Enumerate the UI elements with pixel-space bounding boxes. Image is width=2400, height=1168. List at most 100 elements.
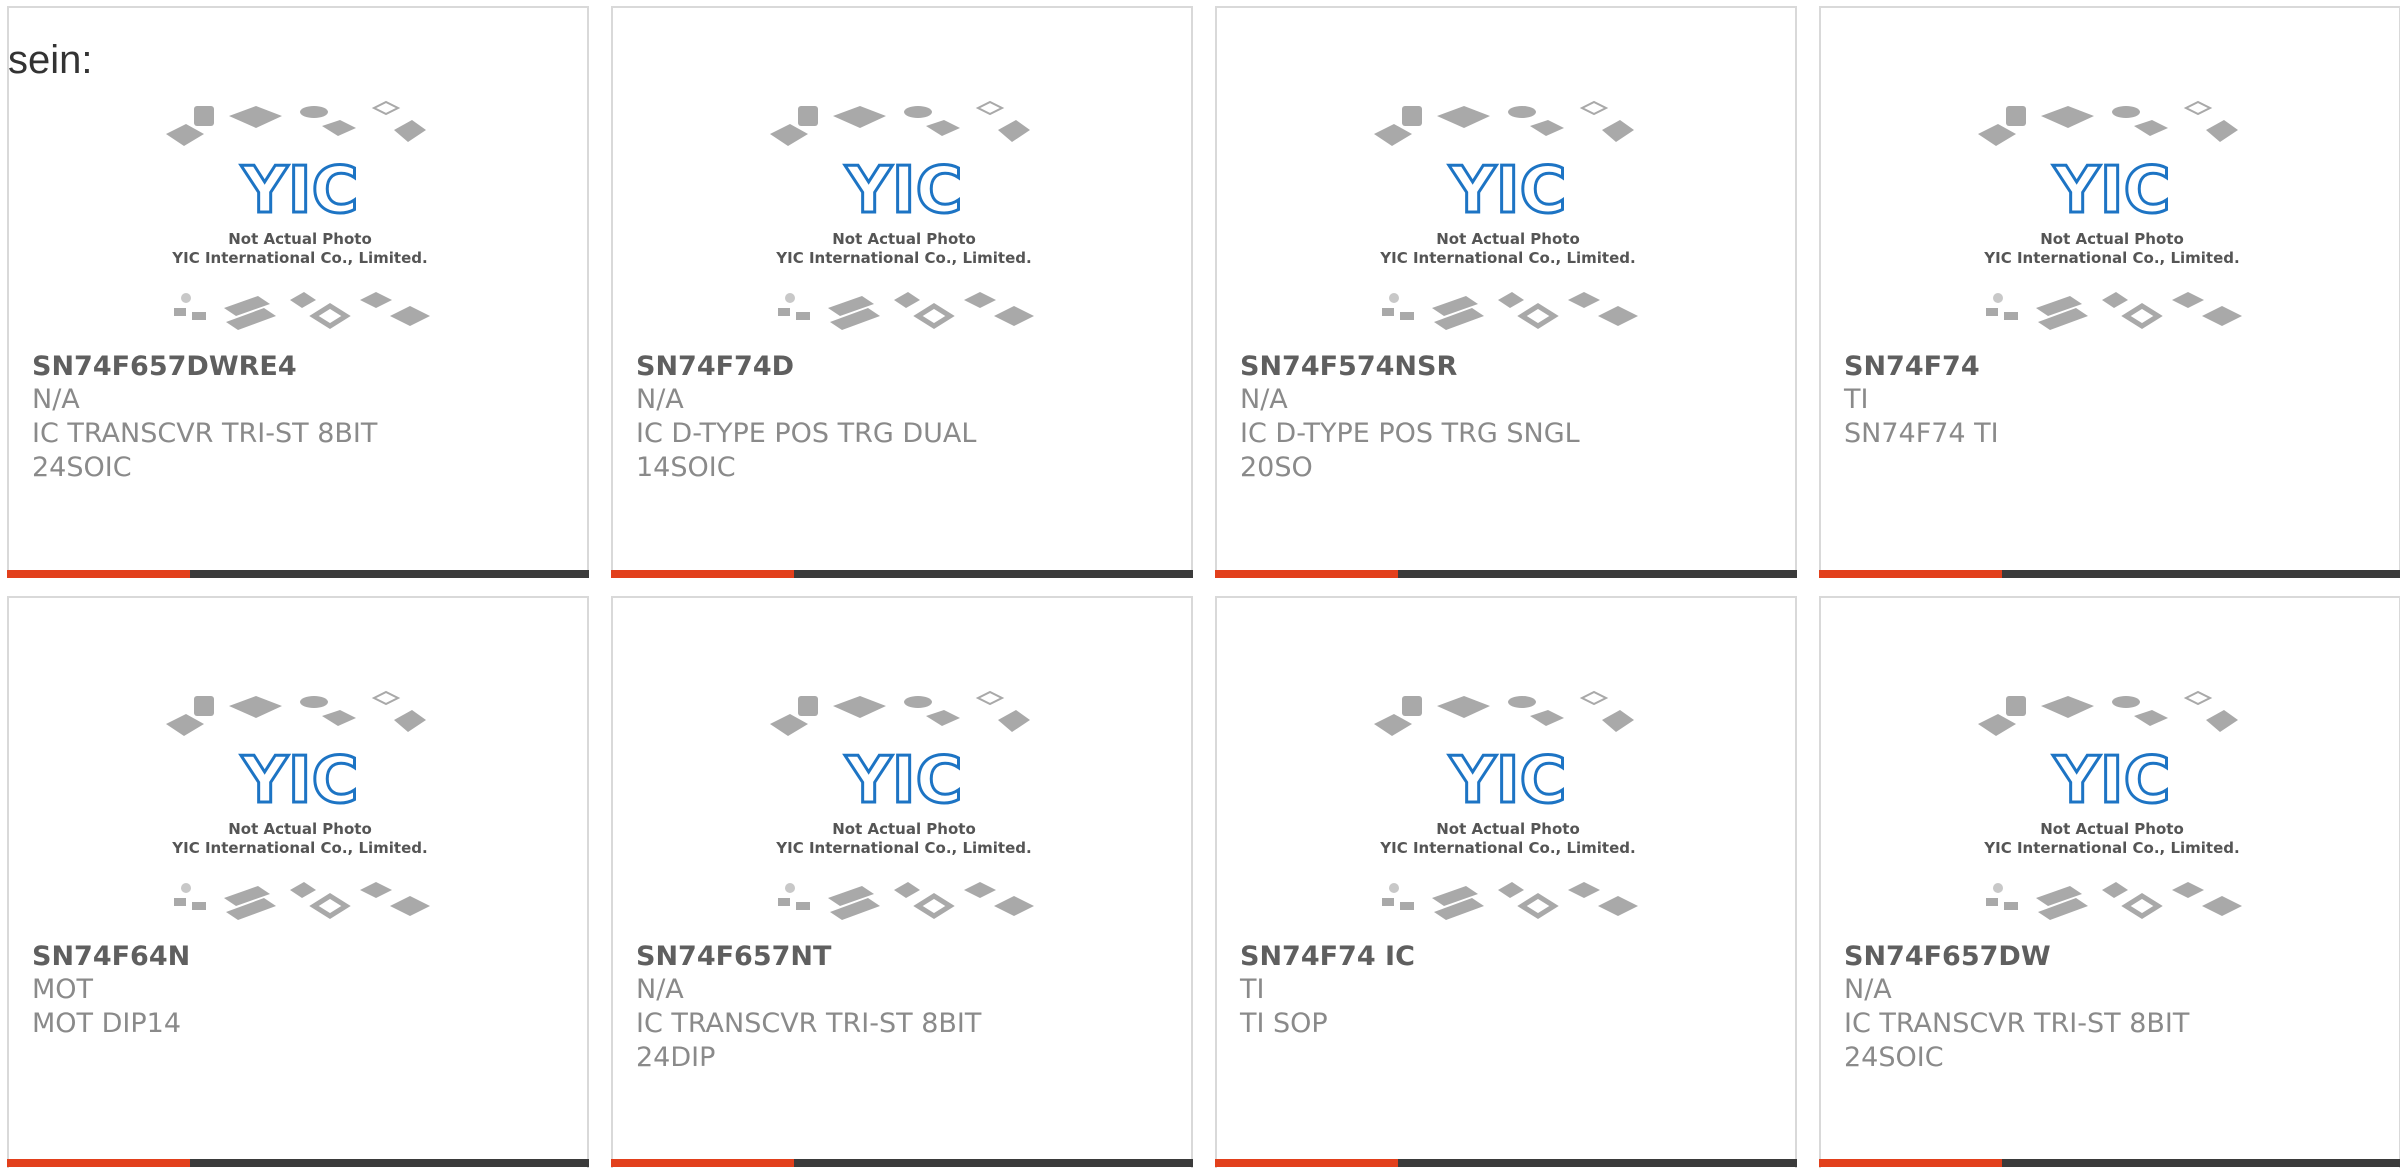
image-caption: Not Actual Photo bbox=[228, 820, 372, 838]
chip-icon bbox=[309, 303, 351, 329]
product-description-line: IC TRANSCVR TRI-ST 8BIT bbox=[32, 418, 378, 449]
chip-icon bbox=[894, 292, 920, 308]
chip-icon bbox=[290, 882, 316, 898]
chip-icon bbox=[1402, 696, 1422, 716]
image-caption: YIC International Co., Limited. bbox=[1983, 839, 2239, 857]
chip-icon bbox=[770, 124, 808, 146]
chip-icon bbox=[1530, 710, 1564, 726]
product-part-number[interactable]: SN74F657DW bbox=[1844, 940, 2264, 973]
chip-icon bbox=[1530, 120, 1564, 136]
chip-icon bbox=[778, 898, 790, 906]
product-manufacturer: N/A bbox=[636, 384, 684, 415]
chip-icon bbox=[913, 893, 955, 919]
card-bottom-bar bbox=[1819, 1159, 2400, 1167]
product-manufacturer: TI bbox=[1844, 384, 1869, 415]
chip-icon bbox=[309, 893, 351, 919]
product-card-3[interactable]: YIC Not Actual Photo YIC International Co.… bbox=[1215, 6, 1797, 578]
product-description-line: TI SOP bbox=[1240, 1008, 1328, 1039]
image-caption: YIC International Co., Limited. bbox=[171, 839, 427, 857]
product-description-line: IC TRANSCVR TRI-ST 8BIT 24DIP bbox=[636, 1008, 982, 1073]
product-part-number[interactable]: SN74F74D bbox=[636, 350, 1056, 383]
card-bottom-bar bbox=[611, 1159, 1193, 1167]
product-card-6[interactable]: YIC Not Actual Photo YIC International Co.… bbox=[611, 596, 1193, 1168]
chip-icon bbox=[2134, 120, 2168, 136]
product-description-line: IC TRANSCVR TRI-ST 8BIT bbox=[1844, 1008, 2190, 1039]
image-caption: Not Actual Photo bbox=[228, 230, 372, 248]
product-part-number[interactable]: SN74F574NSR bbox=[1240, 350, 1660, 383]
chip-icon bbox=[796, 312, 810, 320]
product-part-number[interactable]: SN74F657DWRE4 bbox=[32, 350, 452, 383]
chip-icon bbox=[1498, 292, 1524, 308]
chip-icon bbox=[1400, 902, 1414, 910]
product-description-line: 24SOIC bbox=[32, 452, 132, 483]
chip-icon bbox=[1437, 696, 1490, 718]
chip-icon bbox=[371, 690, 401, 706]
product-placeholder-image: YIC Not Actual PhotoYIC International Co.… bbox=[1978, 100, 2242, 330]
chip-icon bbox=[229, 696, 282, 718]
product-card-7[interactable]: YIC Not Actual Photo YIC International Co.… bbox=[1215, 596, 1797, 1168]
chip-icon bbox=[2202, 306, 2242, 326]
image-caption: YIC International Co., Limited. bbox=[1379, 839, 1635, 857]
chip-icon bbox=[1993, 883, 2003, 893]
product-info: SN74F64N MOT MOT DIP14 bbox=[32, 940, 452, 1041]
yic-logo: YIC bbox=[240, 744, 358, 818]
product-part-number[interactable]: SN74F74 IC bbox=[1240, 940, 1660, 973]
chip-icon bbox=[994, 306, 1034, 326]
chip-icon bbox=[975, 690, 1005, 706]
product-manufacturer: N/A bbox=[1844, 974, 1892, 1005]
chip-icon bbox=[1389, 293, 1399, 303]
product-description-line: IC D-TYPE POS TRG SNGL 20SO bbox=[1240, 418, 1580, 483]
product-card-8[interactable]: YIC Not Actual Photo YIC International Co.… bbox=[1819, 596, 2400, 1168]
product-placeholder-image: YIC Not Actual PhotoYIC International Co.… bbox=[1374, 100, 1638, 330]
chip-icon bbox=[390, 306, 430, 326]
chip-icon bbox=[1986, 308, 1998, 316]
image-caption: YIC International Co., Limited. bbox=[775, 249, 1031, 267]
chip-icon bbox=[2183, 690, 2213, 706]
image-caption: Not Actual Photo bbox=[832, 230, 976, 248]
card-accent-bar bbox=[611, 1159, 794, 1167]
product-card-5[interactable]: YIC Not Actual Photo YIC International Co.… bbox=[7, 596, 589, 1168]
chip-icon bbox=[1382, 308, 1394, 316]
yic-logo: YIC bbox=[1448, 744, 1566, 818]
chip-icon bbox=[994, 896, 1034, 916]
chip-icon bbox=[1382, 898, 1394, 906]
product-card-2[interactable]: YIC Not Actual Photo YIC International Co.… bbox=[611, 6, 1193, 578]
chip-icon bbox=[1402, 106, 1422, 126]
product-info: SN74F74 TI SN74F74 TI bbox=[1844, 350, 2264, 451]
product-description-line: IC D-TYPE POS TRG DUAL bbox=[636, 418, 977, 449]
chip-icon bbox=[1986, 898, 1998, 906]
chip-icon bbox=[2102, 882, 2128, 898]
chip-icon bbox=[174, 308, 186, 316]
product-placeholder-image: YIC Not Actual PhotoYIC International Co.… bbox=[770, 690, 1034, 920]
chip-icon bbox=[2041, 106, 2094, 128]
chip-icon bbox=[1579, 100, 1609, 116]
chip-icon bbox=[770, 714, 808, 736]
chip-icon bbox=[394, 120, 426, 142]
chip-icon bbox=[894, 882, 920, 898]
chip-icon bbox=[926, 710, 960, 726]
product-placeholder-image: YIC Not Actual PhotoYIC International Co.… bbox=[1374, 690, 1638, 920]
chip-icon bbox=[229, 106, 282, 128]
image-caption: YIC International Co., Limited. bbox=[1983, 249, 2239, 267]
product-part-number[interactable]: SN74F74 bbox=[1844, 350, 2264, 383]
chip-icon bbox=[833, 696, 886, 718]
card-accent-bar bbox=[1215, 570, 1398, 578]
product-part-number[interactable]: SN74F657NT bbox=[636, 940, 1056, 973]
chip-icon bbox=[2006, 696, 2026, 716]
yic-logo: YIC bbox=[844, 744, 962, 818]
product-info: SN74F657DW N/A IC TRANSCVR TRI-ST 8BIT 2… bbox=[1844, 940, 2264, 1075]
chip-icon bbox=[390, 896, 430, 916]
card-accent-bar bbox=[1215, 1159, 1398, 1167]
chip-icon bbox=[1517, 893, 1559, 919]
chip-icon bbox=[1374, 714, 1412, 736]
chip-icon bbox=[785, 883, 795, 893]
product-card-4[interactable]: YIC Not Actual Photo YIC International Co.… bbox=[1819, 6, 2400, 578]
product-part-number[interactable]: SN74F64N bbox=[32, 940, 452, 973]
image-caption: Not Actual Photo bbox=[832, 820, 976, 838]
chip-icon bbox=[904, 696, 932, 708]
chip-icon bbox=[290, 292, 316, 308]
chip-icon bbox=[1568, 292, 1600, 308]
product-card-1[interactable]: YIC Not Actual Photo YIC International Co.… bbox=[7, 6, 589, 578]
image-caption: YIC International Co., Limited. bbox=[171, 249, 427, 267]
card-bottom-bar bbox=[7, 1159, 589, 1167]
